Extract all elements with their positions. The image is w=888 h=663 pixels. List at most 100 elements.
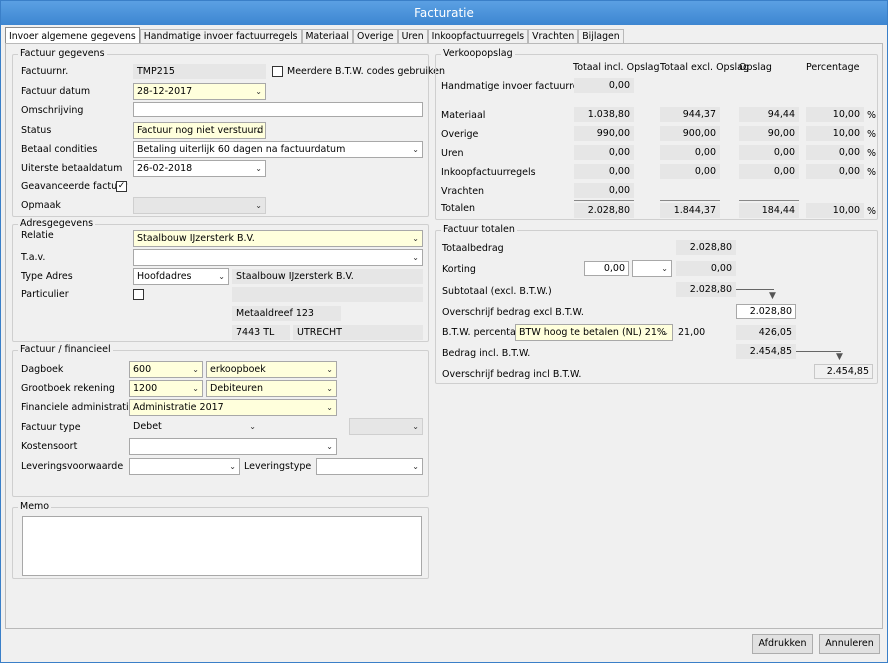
pct-sign: % <box>867 110 877 121</box>
overschrijf-excl-input[interactable]: 2.028,80 <box>736 304 796 319</box>
pct-sign: % <box>867 129 877 140</box>
korting-label: Korting <box>442 264 476 275</box>
window-title: Facturatie <box>1 1 887 25</box>
pct-value: 0,00 <box>806 164 864 179</box>
subtotaal-label: Subtotaal (excl. B.T.W.) <box>442 286 552 297</box>
factuur-type-select[interactable]: Debet ⌄ <box>129 418 260 435</box>
group-title: Factuur totalen <box>441 224 517 235</box>
korting-input[interactable]: 0,00 <box>584 261 629 276</box>
tab-bijlagen[interactable]: Bijlagen <box>578 29 624 43</box>
row-label: Overige <box>441 129 479 140</box>
excl-value: 0,00 <box>660 145 720 160</box>
status-select[interactable]: Factuur nog niet verstuurd ⌄ <box>133 122 266 139</box>
totaalbedrag-label: Totaalbedrag <box>442 243 504 254</box>
korting-type-select[interactable]: ⌄ <box>632 260 672 277</box>
totaalbedrag-value: 2.028,80 <box>676 240 736 255</box>
kostensoort-select[interactable]: ⌄ <box>129 438 337 455</box>
tab-uren[interactable]: Uren <box>397 29 428 43</box>
adresgegevens-group: Adresgegevens Relatie Staalbouw IJzerste… <box>12 218 429 342</box>
pct-sign: % <box>867 206 877 217</box>
dagboek-select[interactable]: 600 ⌄ <box>129 361 203 378</box>
factuur-datum-value: 28-12-2017 <box>137 86 193 97</box>
btw-percentage-select[interactable]: BTW hoog te betalen (NL) 21% ⌄ <box>515 324 673 341</box>
excl-value: 900,00 <box>660 126 720 141</box>
tab-materiaal[interactable]: Materiaal <box>301 29 353 43</box>
group-title: Memo <box>18 501 52 512</box>
type-adres-value: Hoofdadres <box>137 271 192 282</box>
incl-value: 0,00 <box>574 145 634 160</box>
omschrijving-input[interactable] <box>133 102 423 117</box>
grootboek-select[interactable]: 1200 ⌄ <box>129 380 203 397</box>
incl-value: 0,00 <box>574 164 634 179</box>
chevron-down-icon: ⌄ <box>326 403 333 412</box>
leveringsvoorwaarde-select[interactable]: ⌄ <box>129 458 240 475</box>
factuur-datum-select[interactable]: 28-12-2017 ⌄ <box>133 83 266 100</box>
administratie-value: Administratie 2017 <box>133 402 224 413</box>
chevron-down-icon: ⌄ <box>192 384 199 393</box>
chevron-down-icon: ⌄ <box>412 462 419 471</box>
chevron-down-icon: ⌄ <box>249 422 256 431</box>
afdrukken-button[interactable]: Afdrukken <box>752 634 813 654</box>
checkmark-icon: ✓ <box>117 181 126 191</box>
annuleren-button[interactable]: Annuleren <box>819 634 880 654</box>
memo-textarea[interactable] <box>22 516 422 576</box>
tab-invoer-algemeen[interactable]: Invoer algemene gegevens <box>5 27 140 43</box>
type-adres-select[interactable]: Hoofdadres ⌄ <box>133 268 229 285</box>
tav-label: T.a.v. <box>21 252 46 263</box>
col-percentage: Percentage <box>806 62 860 73</box>
pct-value: 0,00 <box>806 145 864 160</box>
bedrag-incl-value: 2.454,85 <box>736 344 796 359</box>
tab-vrachten[interactable]: Vrachten <box>528 29 579 43</box>
btw-pct-value: 21,00 <box>678 327 706 338</box>
relatie-label: Relatie <box>21 230 54 241</box>
factuurnr-label: Factuurnr. <box>21 66 69 77</box>
uiterste-betaaldatum-select[interactable]: 26-02-2018 ⌄ <box>133 160 266 177</box>
grootboek-naam-select[interactable]: Debiteuren ⌄ <box>206 380 337 397</box>
relatie-select[interactable]: Staalbouw IJzersterk B.V. ⌄ <box>133 230 423 247</box>
pct-value: 10,00 <box>806 126 864 141</box>
administratie-select[interactable]: Administratie 2017 ⌄ <box>129 399 337 416</box>
tav-select[interactable]: ⌄ <box>133 249 423 266</box>
adres-plaats-field: UTRECHT <box>293 325 423 340</box>
totalen-incl: 2.028,80 <box>574 203 634 218</box>
arrow-line <box>796 351 841 352</box>
pct-value: 10,00 <box>806 107 864 122</box>
factuur-totalen-group: Factuur totalen Totaalbedrag 2.028,80 Ko… <box>435 224 878 384</box>
tab-handmatige-invoer[interactable]: Handmatige invoer factuurregels <box>139 29 302 43</box>
chevron-down-icon: ⌄ <box>412 422 419 431</box>
factuur-type-extra-select[interactable]: ⌄ <box>349 418 423 435</box>
financiele-administraties-label: Financiele administraties <box>21 402 140 413</box>
betaal-condities-select[interactable]: Betaling uiterlijk 60 dagen na factuurda… <box>133 141 423 158</box>
btw-percentage-value: BTW hoog te betalen (NL) 21% <box>519 327 666 338</box>
arrow-down-icon: ▼ <box>836 352 843 362</box>
pct-sign: % <box>867 167 877 178</box>
arrow-line <box>736 289 774 290</box>
betaal-condities-value: Betaling uiterlijk 60 dagen na factuurda… <box>137 144 346 155</box>
omschrijving-label: Omschrijving <box>21 105 84 116</box>
uiterste-betaaldatum-value: 26-02-2018 <box>137 163 193 174</box>
dagboek-naam-select[interactable]: erkoopboek ⌄ <box>206 361 337 378</box>
status-label: Status <box>21 125 52 136</box>
group-title: Factuur gegevens <box>18 48 107 59</box>
uiterste-betaaldatum-label: Uiterste betaaldatum <box>21 163 123 174</box>
particulier-checkbox[interactable] <box>133 289 144 300</box>
chevron-down-icon: ⌄ <box>412 234 419 243</box>
factuur-type-label: Factuur type <box>21 422 81 433</box>
totalen-label: Totalen <box>441 203 476 214</box>
chevron-down-icon: ⌄ <box>255 164 262 173</box>
chevron-down-icon: ⌄ <box>326 365 333 374</box>
opmaak-select[interactable]: ⌄ <box>133 197 266 214</box>
meerdere-btw-checkbox[interactable] <box>272 66 283 77</box>
chevron-down-icon: ⌄ <box>412 145 419 154</box>
tab-inkoopfactuurregels[interactable]: Inkoopfactuurregels <box>427 29 529 43</box>
col-opslag: Opslag <box>739 62 772 73</box>
meerdere-btw-label: Meerdere B.T.W. codes gebruiken <box>287 66 446 77</box>
total-separator <box>574 200 634 201</box>
memo-group: Memo <box>12 501 429 579</box>
tab-overige[interactable]: Overige <box>353 29 398 43</box>
leveringsvoorwaarde-label: Leveringsvoorwaarde <box>21 461 124 472</box>
overschrijf-incl-input[interactable]: 2.454,85 <box>814 364 873 379</box>
geavanceerde-factuur-checkbox[interactable]: ✓ <box>116 181 127 192</box>
row-label: Inkoopfactuurregels <box>441 167 536 178</box>
leveringstype-select[interactable]: ⌄ <box>316 458 423 475</box>
